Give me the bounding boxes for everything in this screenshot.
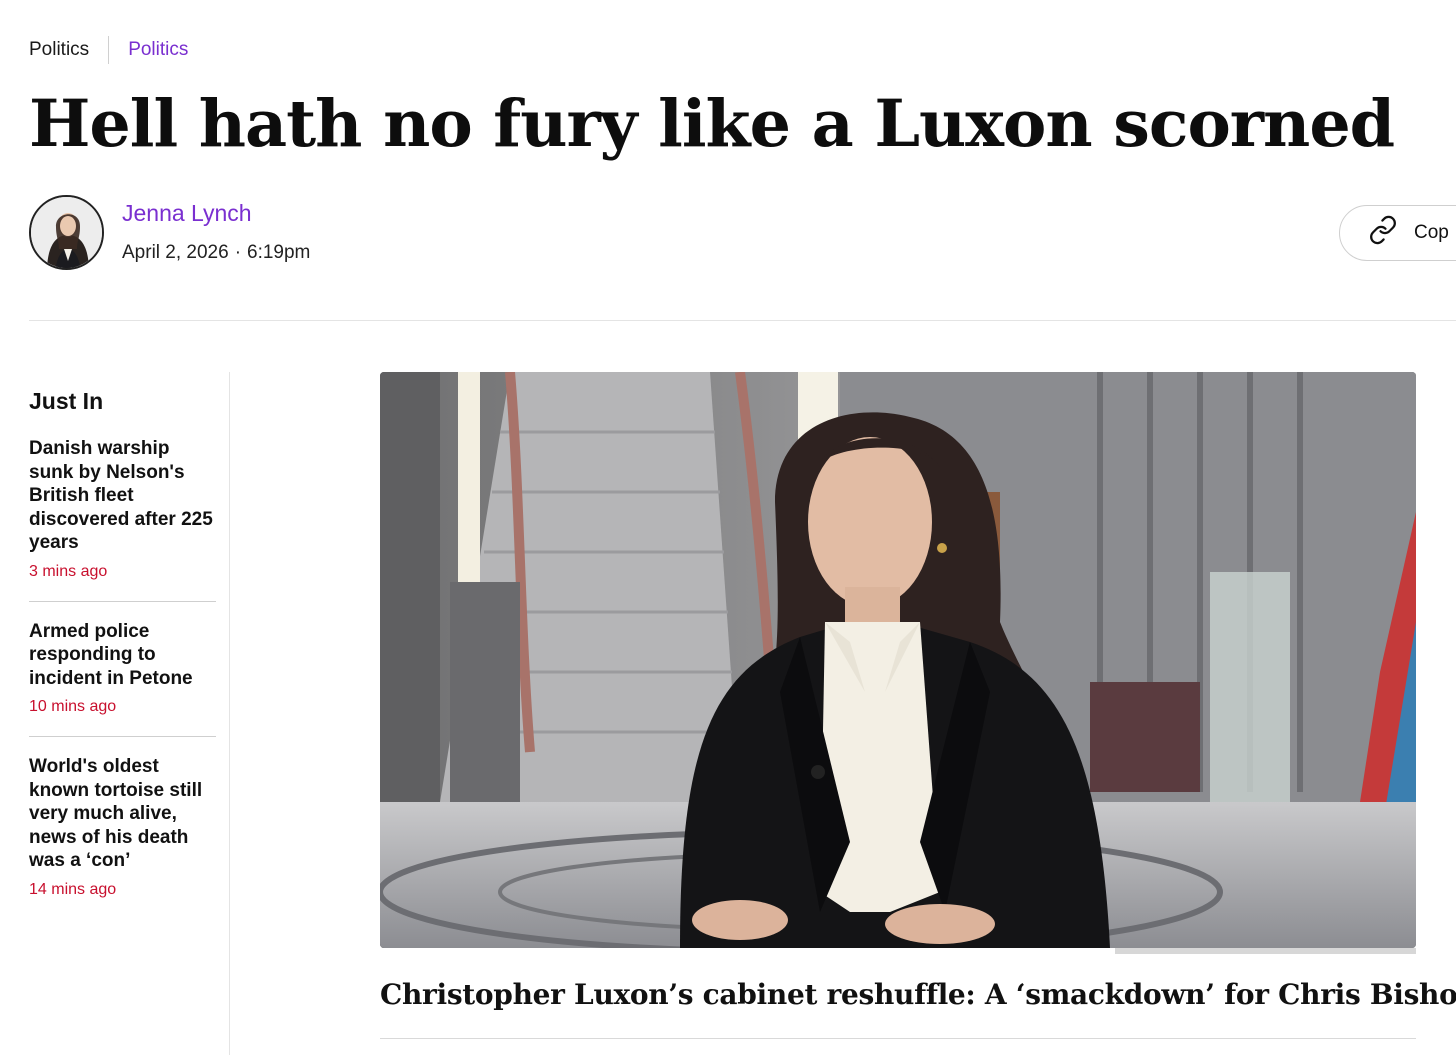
news-headline-link[interactable]: World's oldest known tortoise still very… [29, 755, 216, 873]
sidebar-title: Just In [29, 388, 104, 414]
meta-separator: · [234, 242, 242, 263]
breadcrumb-subsection-link[interactable]: Politics [128, 39, 188, 61]
news-timestamp: 14 mins ago [29, 880, 117, 898]
sidebar-divider [229, 372, 230, 1055]
copy-link-label: Cop [1414, 222, 1449, 243]
list-item[interactable]: Armed police responding to incident in P… [29, 620, 216, 737]
author-avatar[interactable] [29, 195, 104, 270]
breadcrumb: Politics Politics [29, 36, 188, 64]
news-timestamp: 3 mins ago [29, 562, 108, 580]
header-divider [29, 320, 1456, 321]
video-frame [380, 372, 1416, 948]
article-headline: Hell hath no fury like a Luxon scorned [29, 86, 1395, 162]
caption-divider [380, 1038, 1416, 1039]
list-item[interactable]: World's oldest known tortoise still very… [29, 755, 216, 919]
list-item[interactable]: Danish warship sunk by Nelson's British … [29, 437, 216, 602]
publish-time: 6:19pm [247, 242, 311, 263]
news-headline-link[interactable]: Armed police responding to incident in P… [29, 620, 216, 691]
copy-link-button[interactable]: Cop [1339, 205, 1456, 261]
breadcrumb-divider [108, 36, 110, 64]
news-headline-link[interactable]: Danish warship sunk by Nelson's British … [29, 437, 216, 555]
link-icon [1368, 215, 1398, 251]
video-caption: Christopher Luxon’s cabinet reshuffle: A… [380, 978, 1456, 1011]
breadcrumb-section[interactable]: Politics [29, 39, 89, 61]
publish-date: April 2, 2026 [122, 242, 229, 263]
publish-meta: April 2, 2026 · 6:19pm [122, 242, 310, 264]
just-in-sidebar: Just In Danish warship sunk by Nelson's … [29, 388, 216, 937]
news-timestamp: 10 mins ago [29, 698, 117, 715]
video-player[interactable] [380, 372, 1416, 948]
video-progress-bar[interactable] [1115, 948, 1416, 954]
author-name-link[interactable]: Jenna Lynch [122, 200, 252, 227]
